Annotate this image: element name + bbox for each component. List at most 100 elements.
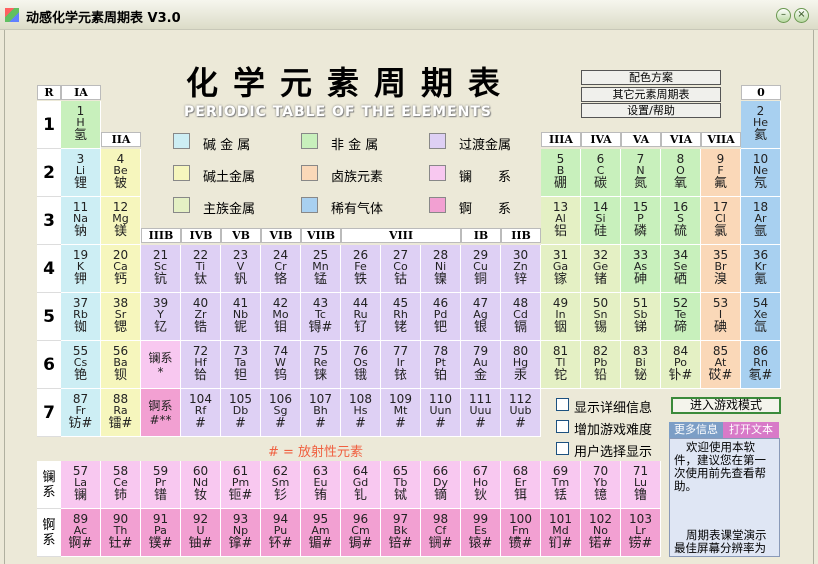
element-cell-ne[interactable]: 10 Ne 氖 <box>741 149 781 197</box>
element-cell-ga[interactable]: 31 Ga 镓 <box>541 245 581 293</box>
element-cell-sc[interactable]: 21 Sc 钪 <box>141 245 181 293</box>
element-cell-si[interactable]: 14 Si 硅 <box>581 197 621 245</box>
element-cell-c[interactable]: 6C碳 <box>581 149 621 197</box>
element-cell-uub[interactable]: 112 Uub # <box>501 389 541 437</box>
element-cell-dy[interactable]: 66 Dy 镝 <box>421 461 461 509</box>
element-cell-hs[interactable]: 108 Hs # <box>341 389 381 437</box>
element-cell-o[interactable]: 8O氧 <box>661 149 701 197</box>
element-cell-ar[interactable]: 18 Ar 氩 <box>741 197 781 245</box>
element-cell-ir[interactable]: 77 Ir 铱 <box>381 341 421 389</box>
element-cell-cl[interactable]: 17 Cl 氯 <box>701 197 741 245</box>
title-bar[interactable]: 动感化学元素周期表 V3.0 – × <box>0 0 818 30</box>
element-cell-os[interactable]: 76 Os 锇 <box>341 341 381 389</box>
element-cell-mg[interactable]: 12 Mg 镁 <box>101 197 141 245</box>
element-cell-y[interactable]: 39 Y 钇 <box>141 293 181 341</box>
element-cell-h[interactable]: 1H氢 <box>61 101 101 149</box>
element-cell-as[interactable]: 33 As 砷 <box>621 245 661 293</box>
element-cell-be[interactable]: 4 Be 铍 <box>101 149 141 197</box>
element-cell-hg[interactable]: 80 Hg 汞 <box>501 341 541 389</box>
element-cell-w[interactable]: 74 W 钨 <box>261 341 301 389</box>
element-cell-n[interactable]: 7N氮 <box>621 149 661 197</box>
element-cell-he[interactable]: 2 He 氦 <box>741 101 781 149</box>
element-cell-fm[interactable]: 100 Fm 镄# <box>501 509 541 557</box>
element-cell-mt[interactable]: 109 Mt # <box>381 389 421 437</box>
element-cell-sr[interactable]: 38 Sr 锶 <box>101 293 141 341</box>
element-cell-uuu[interactable]: 111 Uuu # <box>461 389 501 437</box>
element-cell-np[interactable]: 93 Np 镎# <box>221 509 261 557</box>
minimize-icon[interactable]: – <box>776 8 791 23</box>
element-cell-se[interactable]: 34 Se 硒 <box>661 245 701 293</box>
element-cell-th[interactable]: 90 Th 钍# <box>101 509 141 557</box>
element-cell-ba[interactable]: 56 Ba 钡 <box>101 341 141 389</box>
element-cell-i[interactable]: 53 I 碘 <box>701 293 741 341</box>
element-cell-li[interactable]: 3 Li 锂 <box>61 149 101 197</box>
increase-difficulty-checkbox[interactable] <box>556 420 569 433</box>
element-cell-kr[interactable]: 36 Kr 氪 <box>741 245 781 293</box>
element-cell-pm[interactable]: 61 Pm 钷# <box>221 461 261 509</box>
element-cell-rf[interactable]: 104 Rf # <box>181 389 221 437</box>
element-cell-rn[interactable]: 86 Rn 氡# <box>741 341 781 389</box>
element-cell-al[interactable]: 13 Al 铝 <box>541 197 581 245</box>
element-cell-fe[interactable]: 26 Fe 铁 <box>341 245 381 293</box>
element-cell-tb[interactable]: 65 Tb 铽 <box>381 461 421 509</box>
element-cell-rh[interactable]: 45 Rh 铑 <box>381 293 421 341</box>
element-cell-in[interactable]: 49 In 铟 <box>541 293 581 341</box>
color-scheme-button[interactable]: 配色方案 <box>581 70 721 85</box>
element-cell-bi[interactable]: 83 Bi 铋 <box>621 341 661 389</box>
element-cell-yb[interactable]: 70 Yb 镱 <box>581 461 621 509</box>
element-cell-te[interactable]: 52 Te 碲 <box>661 293 701 341</box>
element-cell-f[interactable]: 9F氟 <box>701 149 741 197</box>
element-cell-cd[interactable]: 48 Cd 镉 <box>501 293 541 341</box>
tab-more-info[interactable]: 更多信息 <box>669 422 723 438</box>
element-cell-sm[interactable]: 62 Sm 钐 <box>261 461 301 509</box>
element-cell-zr[interactable]: 40 Zr 锆 <box>181 293 221 341</box>
element-cell-sb[interactable]: 51 Sb 锑 <box>621 293 661 341</box>
element-cell-v[interactable]: 23 V 钒 <box>221 245 261 293</box>
element-cell-no[interactable]: 102 No 锘# <box>581 509 621 557</box>
element-cell-pt[interactable]: 78 Pt 铂 <box>421 341 461 389</box>
element-cell-ni[interactable]: 28 Ni 镍 <box>421 245 461 293</box>
element-cell-bk[interactable]: 97 Bk 锫# <box>381 509 421 557</box>
element-cell-br[interactable]: 35 Br 溴 <box>701 245 741 293</box>
element-cell-gd[interactable]: 64 Gd 钆 <box>341 461 381 509</box>
element-cell-pu[interactable]: 94 Pu 钚# <box>261 509 301 557</box>
element-cell-cs[interactable]: 55 Cs 铯 <box>61 341 101 389</box>
tab-open-text[interactable]: 打开文本 <box>723 422 779 438</box>
close-icon[interactable]: × <box>794 8 809 23</box>
element-cell-bh[interactable]: 107 Bh # <box>301 389 341 437</box>
element-cell-na[interactable]: 11 Na 钠 <box>61 197 101 245</box>
element-cell-cm[interactable]: 96 Cm 锔# <box>341 509 381 557</box>
element-cell-es[interactable]: 99 Es 锿# <box>461 509 501 557</box>
element-cell-ag[interactable]: 47 Ag 银 <box>461 293 501 341</box>
element-cell-xe[interactable]: 54 Xe 氙 <box>741 293 781 341</box>
user-display-checkbox[interactable] <box>556 442 569 455</box>
element-cell-zn[interactable]: 30 Zn 锌 <box>501 245 541 293</box>
settings-help-button[interactable]: 设置/帮助 <box>581 103 721 118</box>
game-mode-button[interactable]: 进入游戏模式 <box>671 397 781 414</box>
element-cell-pr[interactable]: 59 Pr 镨 <box>141 461 181 509</box>
element-cell-hf[interactable]: 72 Hf 铪 <box>181 341 221 389</box>
element-cell-ti[interactable]: 22 Ti 钛 <box>181 245 221 293</box>
element-cell-eu[interactable]: 63 Eu 铕 <box>301 461 341 509</box>
show-details-checkbox[interactable] <box>556 398 569 411</box>
element-cell-rb[interactable]: 37 Rb 铷 <box>61 293 101 341</box>
element-cell-nd[interactable]: 60 Nd 钕 <box>181 461 221 509</box>
element-cell-er[interactable]: 68 Er 铒 <box>501 461 541 509</box>
element-cell-ac[interactable]: 89 Ac 锕# <box>61 509 101 557</box>
other-tables-button[interactable]: 其它元素周期表 <box>581 87 721 102</box>
element-cell-mn[interactable]: 25 Mn 锰 <box>301 245 341 293</box>
element-cell-b[interactable]: 5B硼 <box>541 149 581 197</box>
element-cell-pb[interactable]: 82 Pb 铅 <box>581 341 621 389</box>
element-cell-la[interactable]: 57 La 镧 <box>61 461 101 509</box>
element-cell-nb[interactable]: 41 Nb 铌 <box>221 293 261 341</box>
lanthanide-series-cell[interactable]: 镧系 * <box>141 341 181 389</box>
element-cell-at[interactable]: 85 At 砹# <box>701 341 741 389</box>
element-cell-lu[interactable]: 71 Lu 镥 <box>621 461 661 509</box>
element-cell-ce[interactable]: 58 Ce 铈 <box>101 461 141 509</box>
element-cell-ho[interactable]: 67 Ho 钬 <box>461 461 501 509</box>
element-cell-ru[interactable]: 44 Ru 钌 <box>341 293 381 341</box>
element-cell-pd[interactable]: 46 Pd 钯 <box>421 293 461 341</box>
element-cell-cu[interactable]: 29 Cu 铜 <box>461 245 501 293</box>
actinide-series-cell[interactable]: 锕系 #** <box>141 389 181 437</box>
element-cell-cr[interactable]: 24 Cr 铬 <box>261 245 301 293</box>
